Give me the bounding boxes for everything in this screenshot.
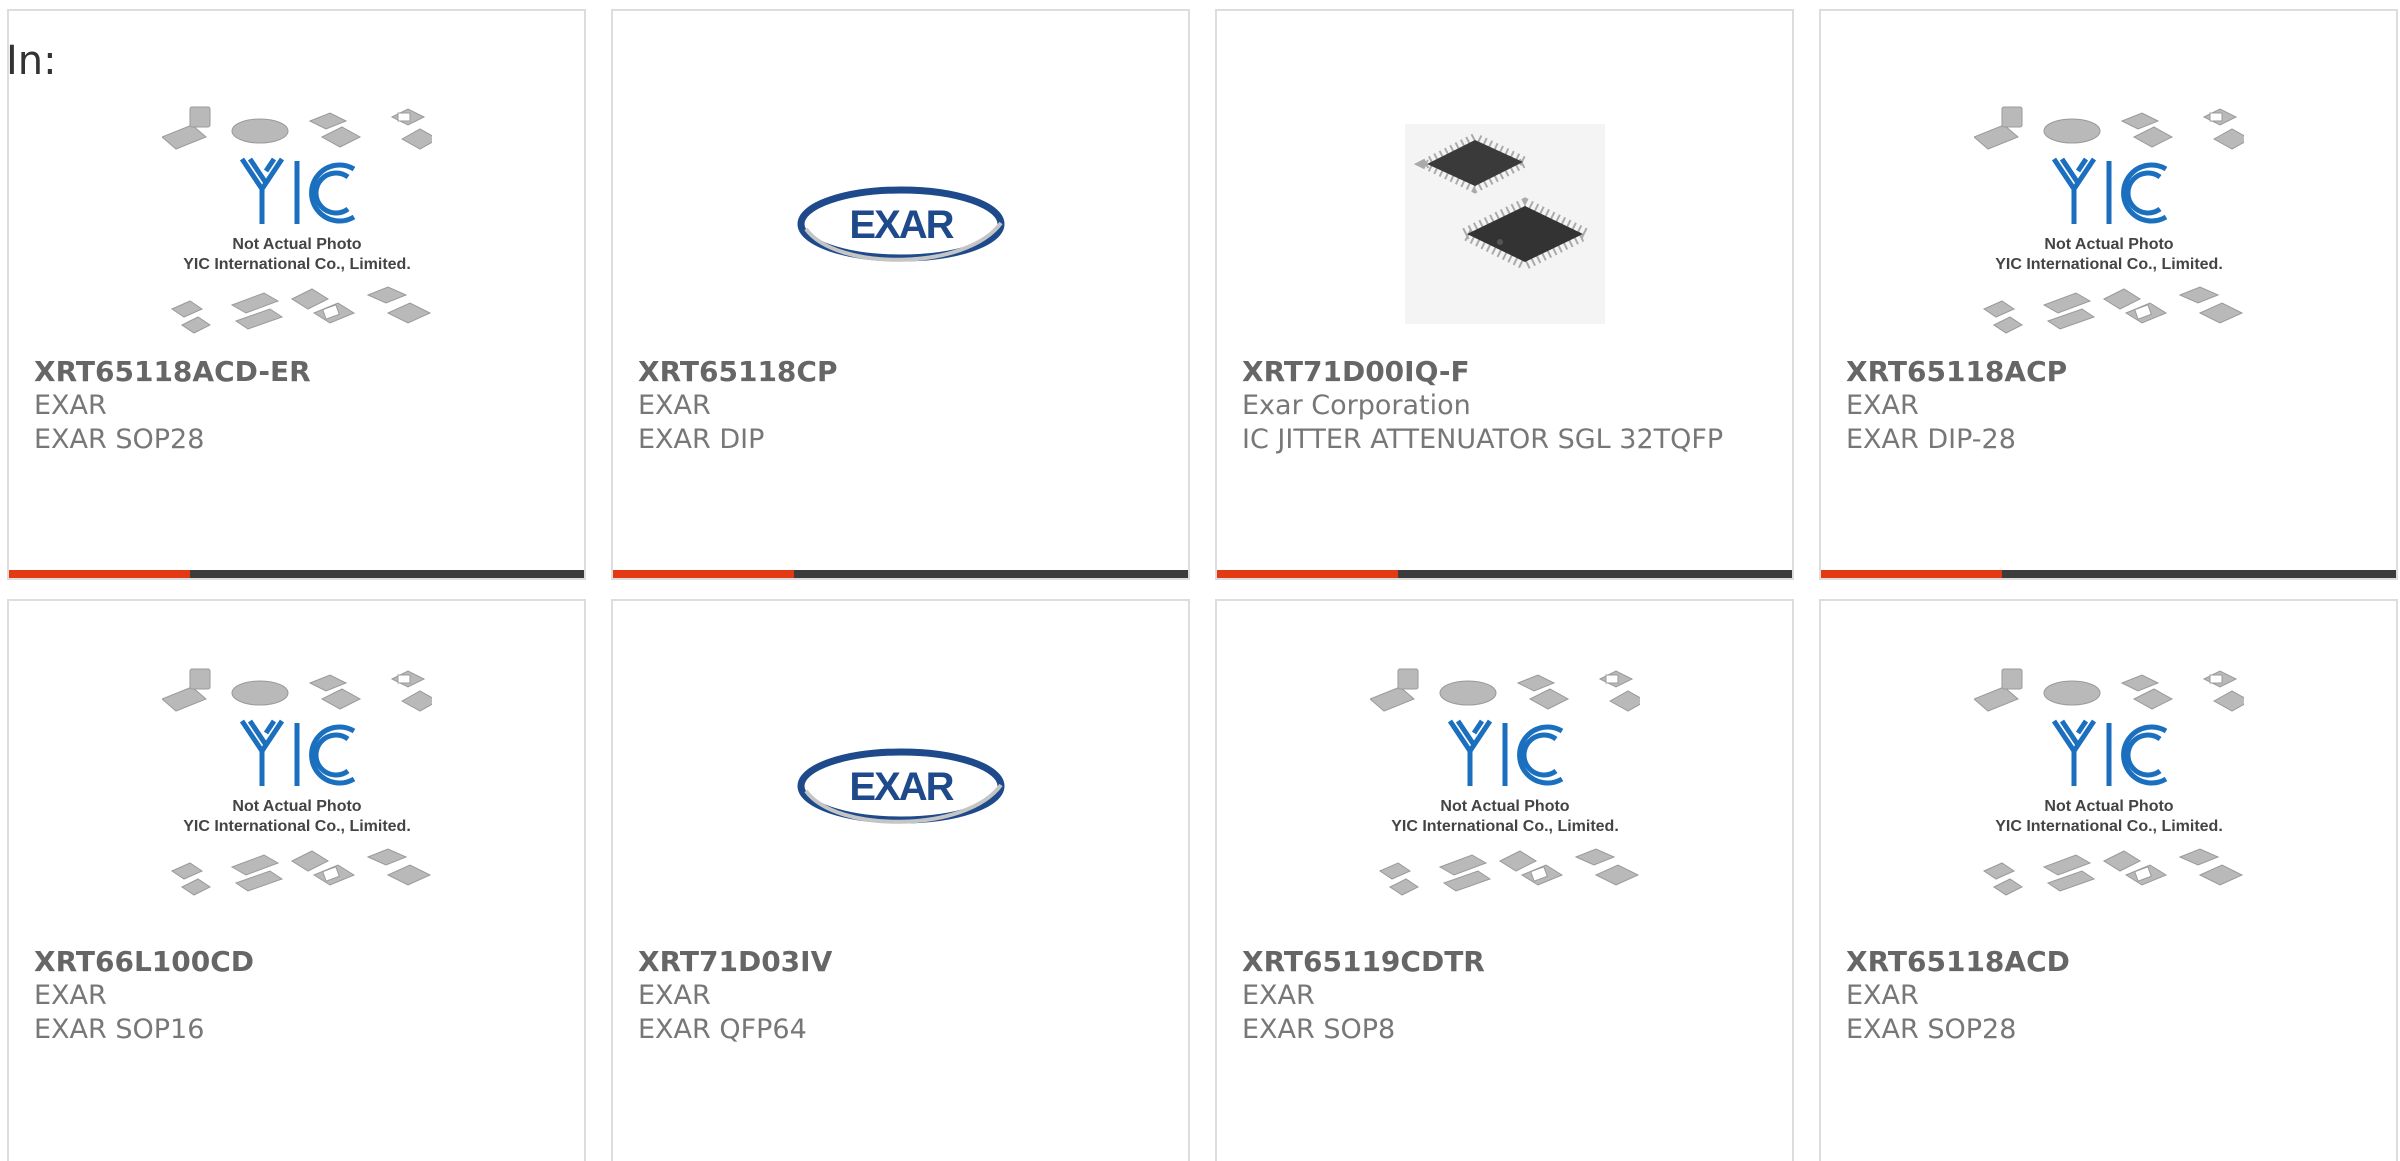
- product-image[interactable]: [1217, 99, 1792, 349]
- part-number-link[interactable]: XRT66L100CD: [34, 945, 559, 979]
- product-grid: Not Actual Photo YIC International Co., …: [7, 9, 2398, 1161]
- product-info: XRT71D00IQ-F Exar Corporation IC JITTER AT…: [1242, 355, 1767, 457]
- card-accent-bar: [613, 570, 795, 578]
- product-info: XRT65119CDTR EXAR EXAR SOP8: [1242, 945, 1767, 1047]
- product-info: XRT65118ACP EXAR EXAR DIP-28: [1846, 355, 2371, 457]
- in-label: In:: [6, 38, 57, 84]
- product-card[interactable]: XRT71D00IQ-F Exar Corporation IC JITTER AT…: [1215, 9, 1794, 580]
- part-number-link[interactable]: XRT71D03IV: [638, 945, 1163, 979]
- placeholder-line2: YIC International Co., Limited.: [1995, 256, 2223, 273]
- part-number-link[interactable]: XRT65118ACD-ER: [34, 355, 559, 389]
- manufacturer: EXAR: [638, 980, 711, 1011]
- product-image[interactable]: Not Actual Photo YIC International Co., …: [1217, 661, 1792, 911]
- manufacturer: EXAR: [638, 390, 711, 421]
- svg-text:EXAR: EXAR: [849, 765, 954, 809]
- part-number-link[interactable]: XRT65118CP: [638, 355, 1163, 389]
- description: IC JITTER ATTENUATOR SGL 32TQFP: [1242, 424, 1724, 455]
- card-accent-bar: [1217, 570, 1399, 578]
- product-info: XRT71D03IV EXAR EXAR QFP64: [638, 945, 1163, 1047]
- manufacturer: EXAR: [1846, 980, 1919, 1011]
- page: In: Not Actual Photo YIC International C…: [0, 0, 2400, 1161]
- product-card[interactable]: EXAR XRT71D03IV EXAR EXAR QFP64: [611, 599, 1190, 1161]
- placeholder-line2: YIC International Co., Limited.: [1995, 818, 2223, 835]
- part-number-link[interactable]: XRT65118ACD: [1846, 945, 2371, 979]
- product-info: XRT66L100CD EXAR EXAR SOP16: [34, 945, 559, 1047]
- exar-logo-image: EXAR: [797, 186, 1004, 262]
- description: EXAR QFP64: [638, 1014, 807, 1045]
- product-info: XRT65118ACD EXAR EXAR SOP28: [1846, 945, 2371, 1047]
- yic-placeholder-image: Not Actual Photo YIC International Co., …: [161, 668, 432, 896]
- yic-placeholder-image: Not Actual Photo YIC International Co., …: [1369, 668, 1640, 896]
- card-bottom-bar: [9, 570, 584, 578]
- product-image[interactable]: Not Actual Photo YIC International Co., …: [9, 99, 584, 349]
- placeholder-line2: YIC International Co., Limited.: [183, 256, 411, 273]
- part-number-link[interactable]: XRT65119CDTR: [1242, 945, 1767, 979]
- description: EXAR SOP8: [1242, 1014, 1396, 1045]
- manufacturer: EXAR: [1242, 980, 1315, 1011]
- description: EXAR SOP28: [1846, 1014, 2017, 1045]
- yic-placeholder-image: Not Actual Photo YIC International Co., …: [1973, 668, 2244, 896]
- manufacturer: Exar Corporation: [1242, 390, 1471, 421]
- product-image[interactable]: Not Actual Photo YIC International Co., …: [1821, 661, 2396, 911]
- placeholder-line1: Not Actual Photo: [1440, 798, 1569, 815]
- product-image[interactable]: Not Actual Photo YIC International Co., …: [1821, 99, 2396, 349]
- tqfp-chip-photo: [1404, 124, 1605, 324]
- placeholder-line1: Not Actual Photo: [2044, 798, 2173, 815]
- manufacturer: EXAR: [1846, 390, 1919, 421]
- description: EXAR SOP16: [34, 1014, 205, 1045]
- description: EXAR SOP28: [34, 424, 205, 455]
- product-card[interactable]: EXAR XRT65118CP EXAR EXAR DIP: [611, 9, 1190, 580]
- product-card[interactable]: Not Actual Photo YIC International Co., …: [7, 9, 586, 580]
- product-image[interactable]: EXAR: [613, 661, 1188, 911]
- product-info: XRT65118ACD-ER EXAR EXAR SOP28: [34, 355, 559, 457]
- card-accent-bar: [1821, 570, 2003, 578]
- yic-placeholder-image: Not Actual Photo YIC International Co., …: [1973, 106, 2244, 334]
- card-bottom-bar: [1217, 570, 1792, 578]
- yic-placeholder-image: Not Actual Photo YIC International Co., …: [161, 106, 432, 334]
- svg-text:EXAR: EXAR: [849, 203, 954, 247]
- exar-logo-image: EXAR: [797, 748, 1004, 824]
- card-accent-bar: [9, 570, 191, 578]
- placeholder-line1: Not Actual Photo: [232, 236, 361, 253]
- product-image[interactable]: Not Actual Photo YIC International Co., …: [9, 661, 584, 911]
- manufacturer: EXAR: [34, 980, 107, 1011]
- card-bottom-bar: [1821, 570, 2396, 578]
- description: EXAR DIP: [638, 424, 765, 455]
- placeholder-line1: Not Actual Photo: [232, 798, 361, 815]
- description: EXAR DIP-28: [1846, 424, 2016, 455]
- product-image[interactable]: EXAR: [613, 99, 1188, 349]
- part-number-link[interactable]: XRT65118ACP: [1846, 355, 2371, 389]
- part-number-link[interactable]: XRT71D00IQ-F: [1242, 355, 1767, 389]
- placeholder-line2: YIC International Co., Limited.: [1391, 818, 1619, 835]
- placeholder-line2: YIC International Co., Limited.: [183, 818, 411, 835]
- placeholder-line1: Not Actual Photo: [2044, 236, 2173, 253]
- product-card[interactable]: Not Actual Photo YIC International Co., …: [1819, 599, 2398, 1161]
- product-info: XRT65118CP EXAR EXAR DIP: [638, 355, 1163, 457]
- card-bottom-bar: [613, 570, 1188, 578]
- manufacturer: EXAR: [34, 390, 107, 421]
- product-card[interactable]: Not Actual Photo YIC International Co., …: [1819, 9, 2398, 580]
- product-card[interactable]: Not Actual Photo YIC International Co., …: [1215, 599, 1794, 1161]
- product-card[interactable]: Not Actual Photo YIC International Co., …: [7, 599, 586, 1161]
